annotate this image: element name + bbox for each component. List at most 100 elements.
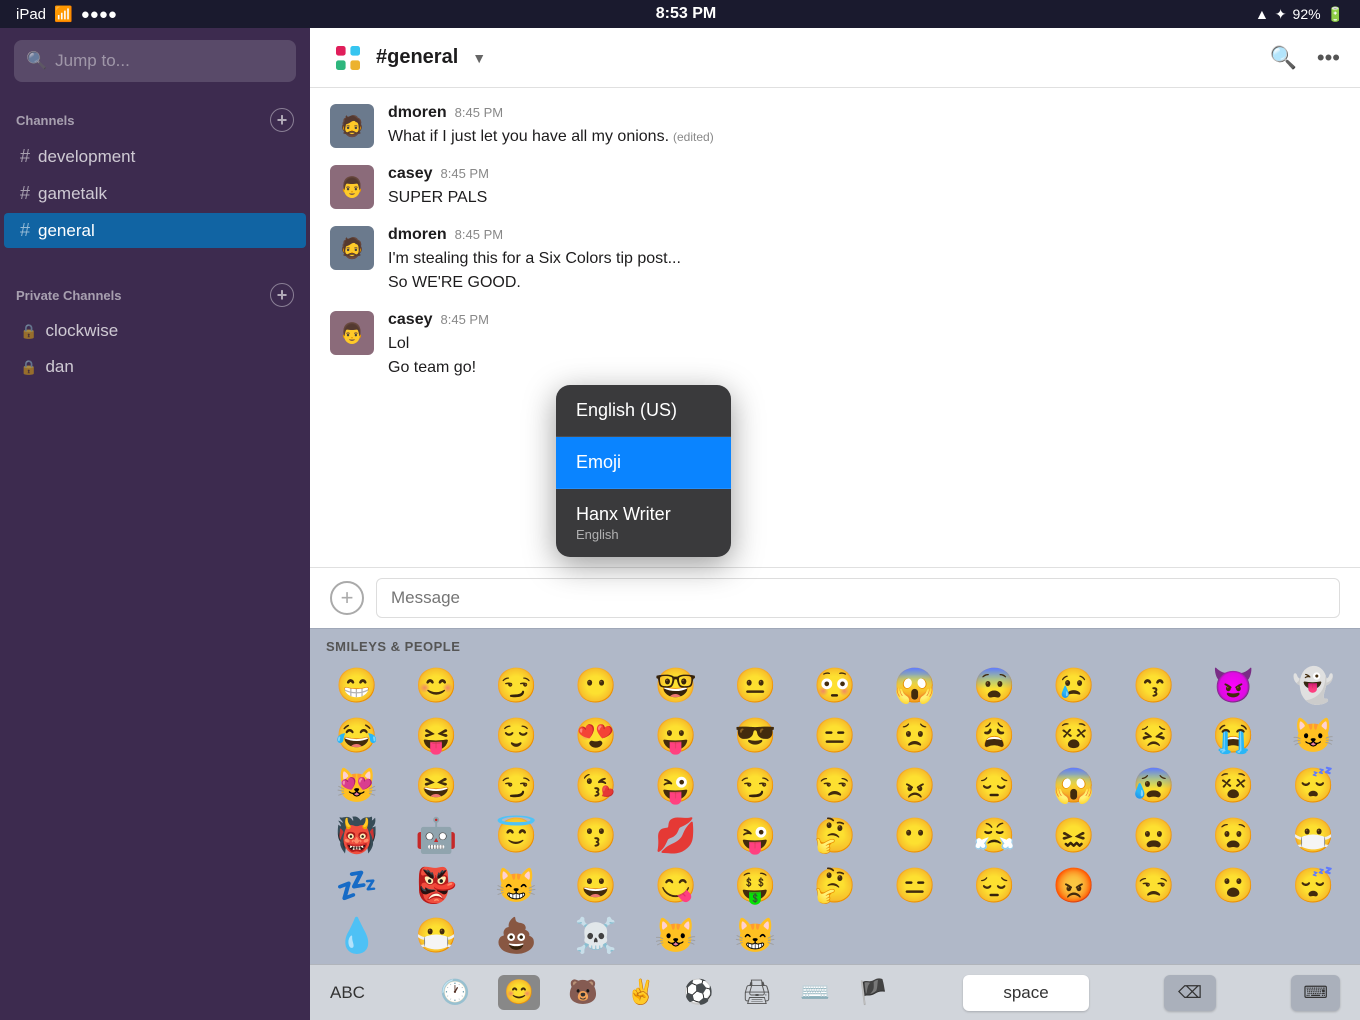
emoji-cell[interactable]: 😧 [1195, 812, 1273, 860]
emoji-cell[interactable]: ☠️ [557, 912, 635, 960]
emoji-cell[interactable]: 👺 [398, 862, 476, 910]
emoji-cell[interactable]: 😆 [398, 762, 476, 810]
emoji-cell[interactable]: 😠 [876, 762, 954, 810]
sidebar-item-general[interactable]: # general [4, 213, 306, 248]
emoji-cell[interactable]: 😷 [1274, 812, 1352, 860]
emoji-cell[interactable]: 😢 [1035, 662, 1113, 710]
emoji-cell[interactable]: 😰 [1115, 762, 1193, 810]
emoji-cell[interactable]: 😦 [1115, 812, 1193, 860]
emoji-cell[interactable]: 😱 [876, 662, 954, 710]
emoji-cell[interactable]: 😀 [557, 862, 635, 910]
emoji-cell[interactable]: 😐 [716, 662, 794, 710]
emoji-cell[interactable]: 😔 [956, 862, 1034, 910]
emoji-cell[interactable]: 😂 [318, 712, 396, 760]
emoji-cell[interactable]: 🤔 [796, 812, 874, 860]
emoji-cell[interactable]: 😩 [956, 712, 1034, 760]
emoji-cell[interactable]: 😎 [716, 712, 794, 760]
language-option-hanx[interactable]: Hanx Writer English [556, 489, 731, 557]
emoji-cell[interactable]: 😒 [796, 762, 874, 810]
emoji-cell[interactable]: 😤 [956, 812, 1034, 860]
emoji-cell[interactable]: 😸 [477, 862, 555, 910]
private-channels-section-header: Private Channels + [0, 269, 310, 313]
emoji-cell[interactable]: 😜 [637, 762, 715, 810]
more-options-button[interactable]: ••• [1317, 45, 1340, 71]
emoji-cell[interactable]: 😋 [637, 862, 715, 910]
emoji-cell[interactable]: 😜 [716, 812, 794, 860]
add-channel-button[interactable]: + [270, 108, 294, 132]
emoji-cell[interactable]: 😗 [557, 812, 635, 860]
search-button[interactable]: 🔍 [1269, 45, 1296, 71]
sports-icon[interactable]: ⚽ [684, 978, 714, 1007]
emoji-cell[interactable]: 😔 [956, 762, 1034, 810]
emoji-cell[interactable]: 🤓 [637, 662, 715, 710]
emoji-cell[interactable]: 😑 [876, 862, 954, 910]
emoji-cell[interactable]: 😝 [398, 712, 476, 760]
emoji-cell[interactable]: 😶 [876, 812, 954, 860]
emoji-cell[interactable]: 😏 [477, 662, 555, 710]
symbols-icon[interactable]: ⌨️ [800, 978, 830, 1007]
emoji-cell[interactable]: 😱 [1035, 762, 1113, 810]
emoji-cell[interactable]: 💋 [637, 812, 715, 860]
emoji-cell[interactable]: 💩 [477, 912, 555, 960]
emoji-cell[interactable]: 😌 [477, 712, 555, 760]
emoji-cell[interactable]: 🤔 [796, 862, 874, 910]
emoji-cell[interactable]: 😨 [956, 662, 1034, 710]
space-button[interactable]: space [963, 975, 1088, 1011]
emoji-cell[interactable]: 😺 [1274, 712, 1352, 760]
add-private-channel-button[interactable]: + [270, 283, 294, 307]
emoji-cell[interactable]: 👻 [1274, 662, 1352, 710]
emoji-cell[interactable]: 😑 [796, 712, 874, 760]
delete-button[interactable]: ⌫ [1164, 975, 1216, 1011]
message-add-button[interactable]: + [330, 581, 364, 615]
emoji-cell[interactable]: 😛 [637, 712, 715, 760]
message-input[interactable] [376, 578, 1340, 618]
language-option-emoji[interactable]: Emoji [556, 437, 731, 489]
recent-icon[interactable]: 🕐 [440, 978, 470, 1007]
jump-to-search[interactable]: 🔍 Jump to... [14, 40, 296, 82]
emoji-cell[interactable]: 😇 [477, 812, 555, 860]
channel-dropdown-arrow[interactable]: ▼ [472, 50, 486, 66]
emoji-cell[interactable]: 😖 [1035, 812, 1113, 860]
emoji-cell[interactable]: 🤑 [716, 862, 794, 910]
emoji-cell[interactable]: 😘 [557, 762, 635, 810]
emoji-cell[interactable]: 😮 [1195, 862, 1273, 910]
people-icon[interactable]: ✌️ [626, 978, 656, 1007]
emoji-cell[interactable]: 😴 [1274, 762, 1352, 810]
keyboard-switch-button[interactable]: ⌨ [1291, 975, 1340, 1011]
emoji-cell[interactable]: 😊 [398, 662, 476, 710]
emoji-cell[interactable]: 😳 [796, 662, 874, 710]
emoji-cell[interactable]: 😷 [398, 912, 476, 960]
bear-icon[interactable]: 🐻 [568, 978, 598, 1007]
abc-label[interactable]: ABC [330, 983, 365, 1003]
emoji-cell[interactable]: 😺 [637, 912, 715, 960]
emoji-cell[interactable]: 😵 [1195, 762, 1273, 810]
emoji-cell[interactable]: 😭 [1195, 712, 1273, 760]
sidebar-item-gametalk[interactable]: # gametalk [4, 176, 306, 211]
emoji-cell[interactable]: 😴 [1274, 862, 1352, 910]
emoji-cell[interactable]: 😁 [318, 662, 396, 710]
emoji-cell[interactable]: 😙 [1115, 662, 1193, 710]
objects-icon[interactable]: 🖨 [742, 978, 772, 1007]
emoji-cell[interactable]: 😍 [557, 712, 635, 760]
emoji-cell[interactable]: 😶 [557, 662, 635, 710]
sidebar-item-dan[interactable]: 🔒 dan [4, 350, 306, 384]
emoji-cell[interactable]: 😟 [876, 712, 954, 760]
emoji-cell[interactable]: 💧 [318, 912, 396, 960]
emoji-cell[interactable]: 😻 [318, 762, 396, 810]
emoji-cell[interactable]: 😵 [1035, 712, 1113, 760]
emoji-cell[interactable]: 😡 [1035, 862, 1113, 910]
emoji-cell[interactable]: 👹 [318, 812, 396, 860]
emoji-cell[interactable]: 😏 [716, 762, 794, 810]
emoji-cell[interactable]: 🤖 [398, 812, 476, 860]
emoji-cell[interactable]: 😸 [716, 912, 794, 960]
emoji-cell[interactable]: 😣 [1115, 712, 1193, 760]
flag-icon[interactable]: 🏴 [858, 978, 888, 1007]
emoji-cell[interactable]: 💤 [318, 862, 396, 910]
sidebar-item-development[interactable]: # development [4, 139, 306, 174]
emoji-cell[interactable]: 😈 [1195, 662, 1273, 710]
emoji-icon[interactable]: 😊 [498, 975, 540, 1010]
emoji-cell[interactable]: 😒 [1115, 862, 1193, 910]
language-option-english[interactable]: English (US) [556, 385, 731, 437]
emoji-cell[interactable]: 😏 [477, 762, 555, 810]
sidebar-item-clockwise[interactable]: 🔒 clockwise [4, 314, 306, 348]
